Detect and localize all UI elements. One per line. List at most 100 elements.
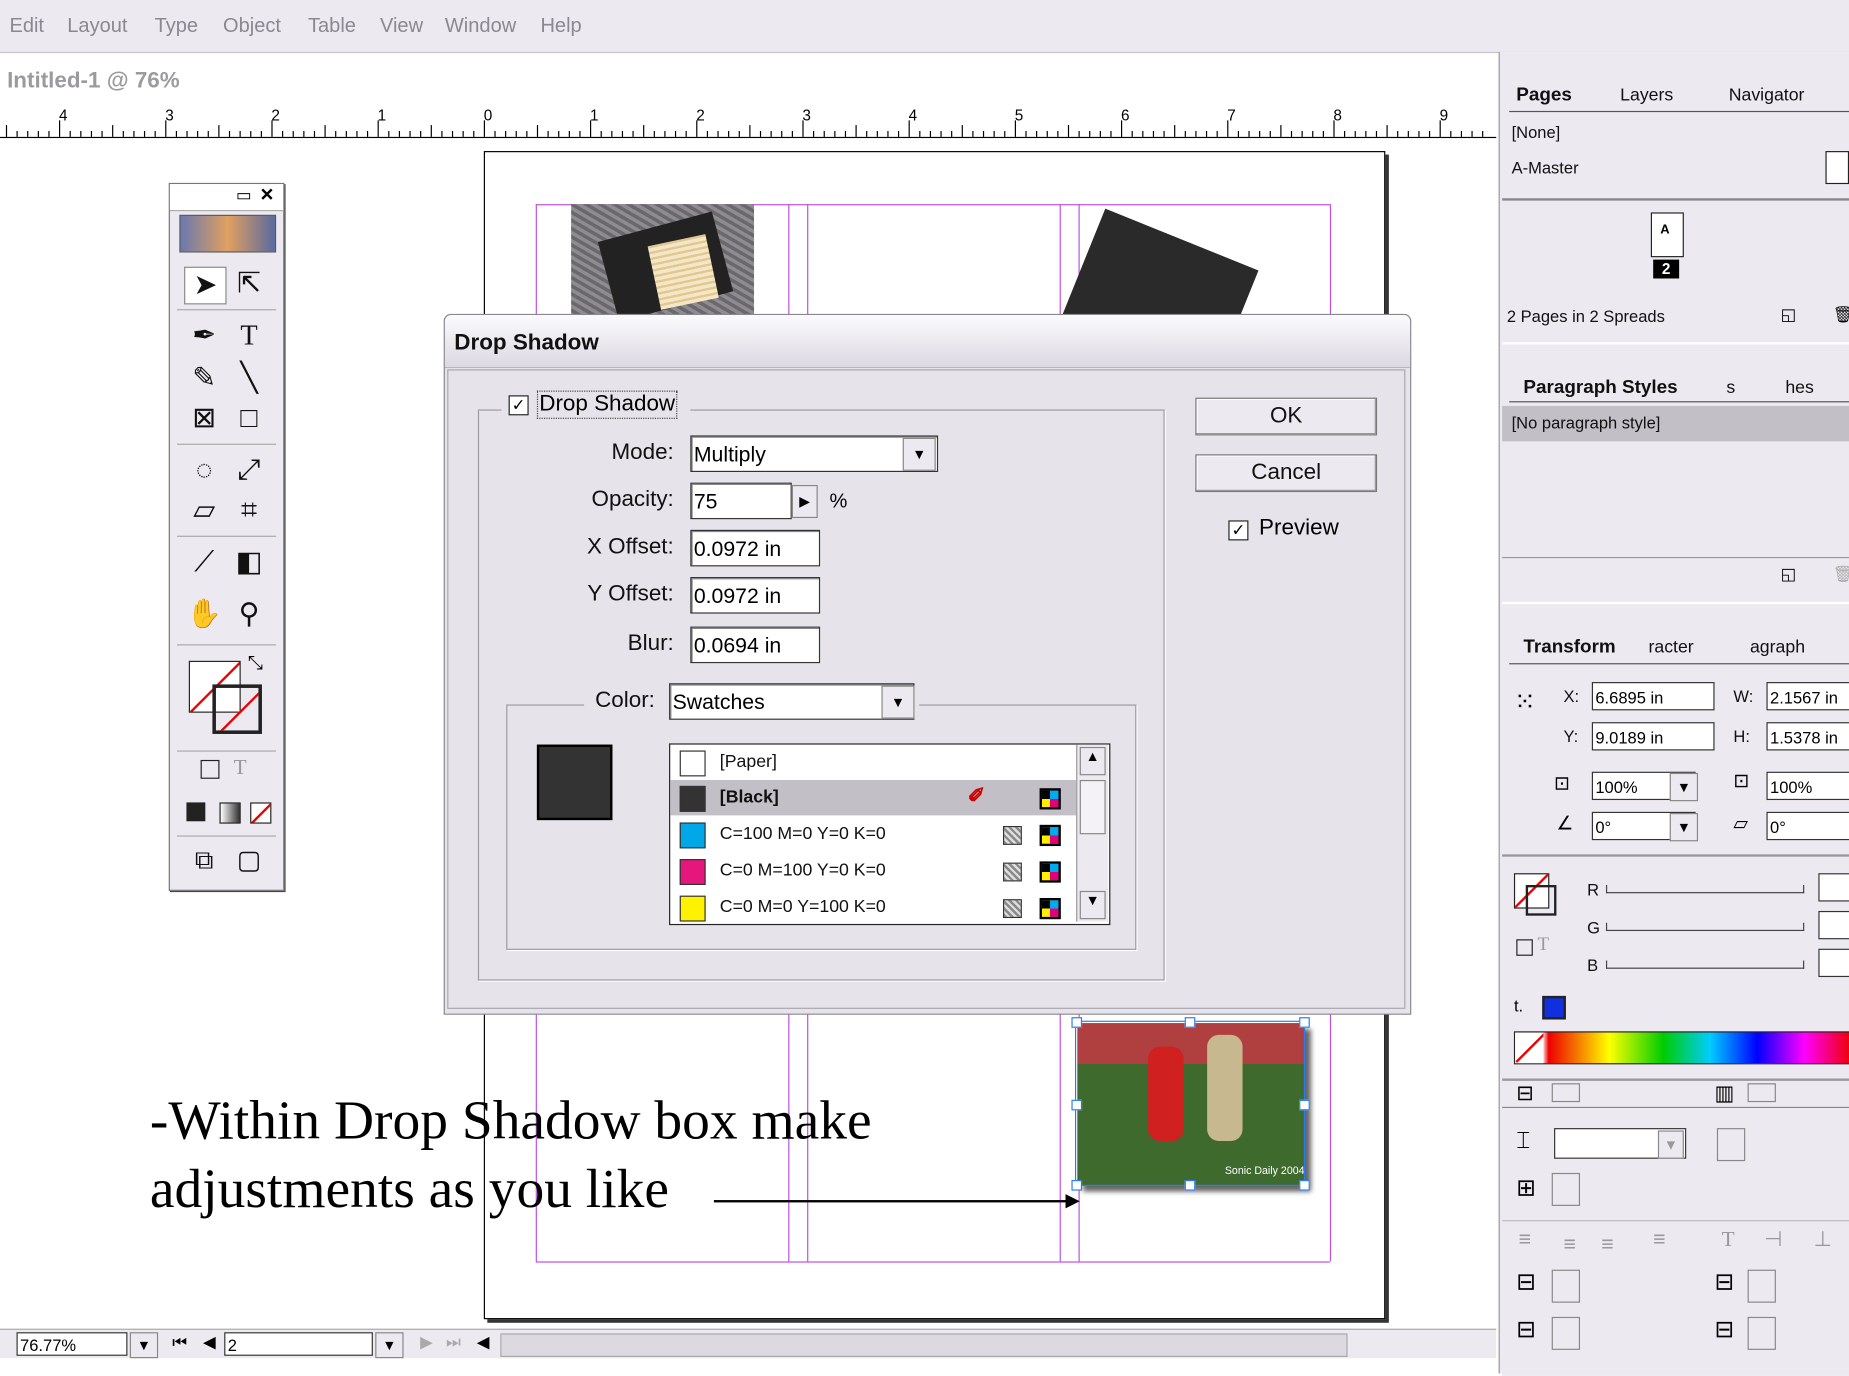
r-slider[interactable] xyxy=(1605,884,1805,894)
color-container-icon[interactable] xyxy=(1516,939,1533,956)
tab-swatches[interactable]: hes xyxy=(1785,378,1814,398)
selection-tool-icon[interactable]: ➤ xyxy=(184,266,227,305)
b-field[interactable] xyxy=(1818,948,1849,978)
new-style-icon[interactable]: ◱ xyxy=(1781,564,1797,584)
dialog-title[interactable]: Drop Shadow xyxy=(444,315,1411,369)
chevron-down-icon[interactable]: ▼ xyxy=(1657,1130,1684,1159)
scroll-left-icon[interactable]: ◀ xyxy=(477,1332,490,1352)
opacity-field[interactable]: 75 xyxy=(690,482,792,520)
spinner-icon[interactable] xyxy=(1747,1269,1776,1303)
master-page-thumbnail[interactable] xyxy=(1825,151,1849,185)
apply-none-icon[interactable] xyxy=(250,802,272,824)
chevron-down-icon[interactable]: ▼ xyxy=(881,685,915,719)
color-select[interactable]: Swatches xyxy=(669,683,915,720)
align-center-icon[interactable]: ≡ xyxy=(1563,1232,1575,1257)
spinner-icon[interactable] xyxy=(1551,1172,1581,1206)
scale-tool-icon[interactable]: ⤢ xyxy=(229,453,269,488)
hand-tool-icon[interactable]: ✋ xyxy=(184,597,224,632)
formatting-text-icon[interactable]: T xyxy=(234,755,247,780)
spinner-icon[interactable] xyxy=(1551,1269,1581,1303)
selection-handle[interactable] xyxy=(1299,1099,1310,1111)
horizontal-scrollbar[interactable] xyxy=(500,1333,1348,1357)
color-spectrum-ramp[interactable] xyxy=(1513,1031,1849,1065)
selection-handle[interactable] xyxy=(1184,1017,1196,1028)
tab-paragraph-styles[interactable]: Paragraph Styles xyxy=(1523,378,1677,399)
spinner-icon[interactable] xyxy=(1747,1316,1776,1350)
swatch-scrollbar[interactable]: ▲ ▼ xyxy=(1076,744,1109,922)
line-tool-icon[interactable]: ╲ xyxy=(229,361,269,396)
r-field[interactable] xyxy=(1818,873,1849,902)
color-text-icon[interactable]: T xyxy=(1538,935,1550,956)
horizontal-ruler[interactable]: 4 3 2 1 0 1 2 3 4 5 6 7 8 9 xyxy=(0,106,1497,139)
menu-table[interactable]: Table xyxy=(308,14,356,38)
new-page-icon[interactable]: ◱ xyxy=(1781,304,1797,324)
normal-view-icon[interactable]: ⧉ xyxy=(184,843,224,878)
scale-y-field[interactable]: 100% xyxy=(1766,771,1849,801)
tab-paragraph[interactable]: agraph xyxy=(1750,637,1805,657)
selection-handle[interactable] xyxy=(1071,1180,1083,1191)
zoom-tool-icon[interactable]: ⚲ xyxy=(229,597,269,632)
columns-icon[interactable]: ▥ xyxy=(1715,1081,1735,1106)
swatch-list[interactable]: [Paper] [Black] ✐ C=100 M=0 Y=0 K=0 C=0 … xyxy=(669,743,1111,926)
menu-layout[interactable]: Layout xyxy=(67,14,127,38)
text-bottom-icon[interactable]: ⊥ xyxy=(1814,1227,1833,1252)
chevron-down-icon[interactable]: ▼ xyxy=(902,437,936,471)
trash-icon[interactable]: 🗑 xyxy=(1833,304,1849,324)
pen-tool-icon[interactable]: ✒ xyxy=(184,319,224,354)
apply-color-icon[interactable] xyxy=(186,802,206,822)
menu-view[interactable]: View xyxy=(380,14,423,38)
reference-point-icon[interactable]: ⁙ xyxy=(1514,687,1536,718)
wallet-photo[interactable] xyxy=(571,204,755,322)
selection-handle[interactable] xyxy=(1071,1017,1083,1028)
a-master[interactable]: A-Master xyxy=(1512,158,1579,177)
spinner-icon[interactable] xyxy=(1716,1128,1746,1162)
gradient-tool-icon[interactable]: ◧ xyxy=(229,545,269,580)
chevron-down-icon[interactable]: ▼ xyxy=(375,1332,404,1359)
justify-icon[interactable]: ≡ xyxy=(1653,1227,1665,1252)
preview-view-icon[interactable]: ▢ xyxy=(229,843,269,878)
none-master[interactable]: [None] xyxy=(1512,123,1561,142)
x-position-field[interactable]: 6.6895 in xyxy=(1591,682,1715,711)
swatch-row[interactable]: C=0 M=0 Y=100 K=0 xyxy=(670,890,1076,924)
swatch-row-selected[interactable]: [Black] ✐ xyxy=(670,779,1077,816)
selection-handle[interactable] xyxy=(1071,1099,1083,1111)
swatch-row[interactable]: C=100 M=0 Y=0 K=0 xyxy=(670,817,1076,852)
y-offset-field[interactable]: 0.0972 in xyxy=(690,577,821,614)
menu-edit[interactable]: Edit xyxy=(9,14,44,38)
tab-character-styles[interactable]: s xyxy=(1726,378,1735,398)
spinner-icon[interactable] xyxy=(1551,1316,1581,1350)
color-stroke-icon[interactable] xyxy=(1525,884,1557,916)
x-offset-field[interactable]: 0.0972 in xyxy=(690,529,821,567)
direct-selection-tool-icon[interactable]: ⇱ xyxy=(229,267,269,302)
rectangle-tool-icon[interactable]: □ xyxy=(229,401,269,436)
previous-page-icon[interactable]: ◀ xyxy=(203,1332,216,1352)
selection-handle[interactable] xyxy=(1184,1180,1196,1191)
swatch-row[interactable]: C=0 M=100 Y=0 K=0 xyxy=(670,853,1076,888)
next-page-icon[interactable]: ▶ xyxy=(420,1332,433,1352)
scroll-up-icon[interactable]: ▲ xyxy=(1079,746,1106,776)
spinner-icon[interactable] xyxy=(1747,1083,1776,1103)
b-slider[interactable] xyxy=(1605,960,1805,969)
tab-character[interactable]: racter xyxy=(1648,637,1693,657)
pencil-tool-icon[interactable]: ✎ xyxy=(184,361,224,396)
tab-layers[interactable]: Layers xyxy=(1620,85,1673,105)
rectangle-frame-tool-icon[interactable]: ⊠ xyxy=(184,401,224,436)
g-slider[interactable] xyxy=(1605,922,1805,932)
apply-gradient-icon[interactable] xyxy=(219,802,241,824)
cancel-button[interactable]: Cancel xyxy=(1195,454,1378,493)
first-page-icon[interactable]: ⏮ xyxy=(172,1332,187,1352)
menu-type[interactable]: Type xyxy=(155,14,198,38)
last-page-icon[interactable]: ⏭ xyxy=(446,1332,461,1352)
selection-frame[interactable] xyxy=(1074,1020,1306,1186)
menu-help[interactable]: Help xyxy=(540,14,581,38)
wrap-icon[interactable]: ⊟ xyxy=(1516,1081,1534,1106)
ok-button[interactable]: OK xyxy=(1195,397,1378,436)
shear-tool-icon[interactable]: ▱ xyxy=(184,493,224,528)
drop-shadow-checkbox[interactable]: ✓ xyxy=(508,395,529,416)
minimize-icon[interactable]: ▭ xyxy=(236,185,252,205)
g-field[interactable] xyxy=(1818,910,1849,940)
opacity-slider-arrow-icon[interactable]: ▶ xyxy=(791,484,818,519)
rotate-tool-icon[interactable]: ◌ xyxy=(184,453,224,488)
eyedropper-tool-icon[interactable]: ⟋ xyxy=(184,545,224,580)
last-color-icon[interactable]: t. xyxy=(1514,996,1523,1015)
